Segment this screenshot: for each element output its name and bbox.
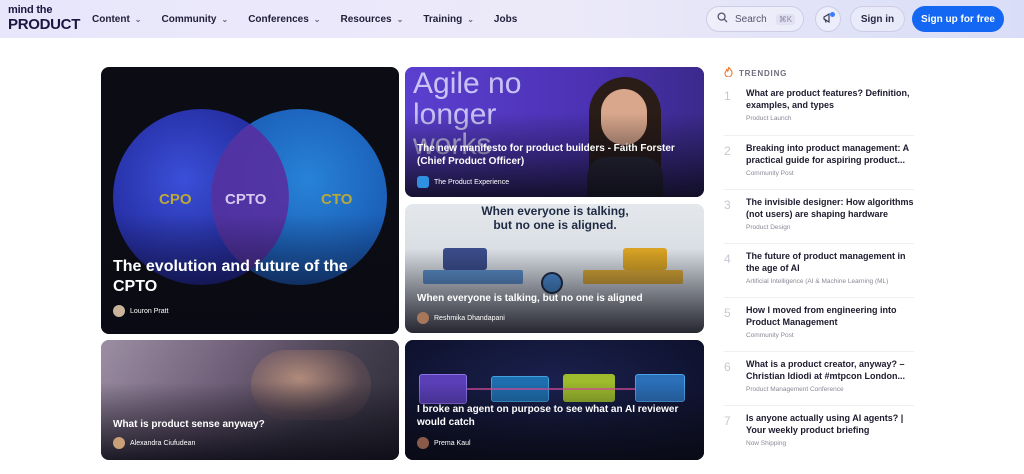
notifications-button[interactable] <box>815 6 841 32</box>
trending-rank: 2 <box>724 144 731 158</box>
nav-label: Content <box>92 13 130 25</box>
trending-rank: 5 <box>724 306 731 320</box>
card-title[interactable]: The evolution and future of the CPTO <box>113 257 387 297</box>
trending-title[interactable]: The future of product management in the … <box>746 250 914 274</box>
article-card-cpto[interactable]: CPO CPTO CTO The evolution and future of… <box>101 67 399 334</box>
logo-line2: PRODUCT <box>8 16 81 33</box>
card-author: The Product Experience <box>417 176 509 188</box>
trending-title[interactable]: Breaking into product management: A prac… <box>746 142 914 166</box>
nav-label: Resources <box>340 13 392 25</box>
trending-rank: 6 <box>724 360 731 374</box>
avatar <box>417 312 429 324</box>
nav-label: Jobs <box>493 13 518 25</box>
author-name: Reshmika Dhandapani <box>434 314 505 322</box>
trending-rank: 1 <box>724 89 731 103</box>
trending-title[interactable]: Is anyone actually using AI agents? | Yo… <box>746 412 914 436</box>
card-title[interactable]: I broke an agent on purpose to see what … <box>417 404 692 429</box>
article-card-ai-agent[interactable]: I broke an agent on purpose to see what … <box>405 340 704 460</box>
trending-category: Now Shipping <box>746 440 787 447</box>
search-placeholder: Search <box>735 13 767 25</box>
chevron-down-icon: ⌄ <box>221 14 229 24</box>
chevron-down-icon: ⌄ <box>396 14 404 24</box>
author-name: Alexandra Ciufudean <box>130 439 196 447</box>
trending-rank: 4 <box>724 252 731 266</box>
trending-rank: 3 <box>724 198 731 212</box>
sign-in-button[interactable]: Sign in <box>850 6 905 32</box>
nav-item-conferences[interactable]: Conferences ⌄ <box>248 14 320 25</box>
trending-title[interactable]: The invisible designer: How algorithms (… <box>746 196 914 220</box>
trending-heading: TRENDING <box>724 65 788 80</box>
trending-item[interactable]: 4 The future of product management in th… <box>724 243 914 297</box>
trending-item[interactable]: 1 What are product features? Definition,… <box>724 81 914 135</box>
card-title[interactable]: What is product sense anyway? <box>113 419 387 432</box>
trending-item[interactable]: 6 What is a product creator, anyway? – C… <box>724 351 914 405</box>
card-title[interactable]: When everyone is talking, but no one is … <box>417 293 692 306</box>
trending-title[interactable]: How I moved from engineering into Produc… <box>746 304 914 328</box>
trending-category: Community Post <box>746 170 794 177</box>
trending-title[interactable]: What is a product creator, anyway? – Chr… <box>746 358 914 382</box>
trending-item[interactable]: 7 Is anyone actually using AI agents? | … <box>724 405 914 459</box>
avatar <box>417 437 429 449</box>
trending-category: Product Management Conference <box>746 386 844 393</box>
venn-label-cpo: CPO <box>159 191 192 208</box>
card-author: Alexandra Ciufudean <box>113 437 195 449</box>
trending-category: Artificial Intelligence (AI & Machine Le… <box>746 278 889 285</box>
card-author: Prema Kaul <box>417 437 471 449</box>
trending-category: Product Design <box>746 224 791 231</box>
trending-category: Community Post <box>746 332 794 339</box>
card-title[interactable]: The new manifesto for product builders -… <box>417 143 692 168</box>
main-nav: Content ⌄ Community ⌄ Conferences ⌄ Resourc… <box>92 0 537 38</box>
author-name: Louron Pratt <box>130 307 169 315</box>
site-header: mind the PRODUCT Content ⌄ Community ⌄ Con… <box>0 0 1024 38</box>
trending-item[interactable]: 5 How I moved from engineering into Prod… <box>724 297 914 351</box>
trending-category: Product Launch <box>746 115 792 122</box>
trending-rank: 7 <box>724 414 731 428</box>
article-card-product-sense[interactable]: What is product sense anyway? Alexandra … <box>101 340 399 460</box>
logo-line1: mind the <box>8 4 53 16</box>
trending-item[interactable]: 3 The invisible designer: How algorithms… <box>724 189 914 243</box>
trending-item[interactable]: 2 Breaking into product management: A pr… <box>724 135 914 189</box>
avatar <box>113 305 125 317</box>
nav-item-content[interactable]: Content ⌄ <box>92 14 141 25</box>
nav-label: Conferences <box>248 13 309 25</box>
card-author: Reshmika Dhandapani <box>417 312 505 324</box>
venn-label-cpto: CPTO <box>225 191 267 208</box>
author-name: Prema Kaul <box>434 439 471 447</box>
nav-item-community[interactable]: Community ⌄ <box>161 14 228 25</box>
article-card-alignment[interactable]: When everyone is talking, but no one is … <box>405 204 704 333</box>
fire-icon <box>724 65 733 80</box>
trending-label: TRENDING <box>739 69 788 78</box>
avatar <box>113 437 125 449</box>
nav-label: Community <box>161 13 217 25</box>
bg-headline-text: When everyone is talking, but no one is … <box>481 204 629 233</box>
nav-label: Training <box>423 13 463 25</box>
chevron-down-icon: ⌄ <box>134 14 142 24</box>
site-logo[interactable]: mind the PRODUCT <box>8 4 81 33</box>
notification-dot <box>830 12 835 17</box>
card-author: Louron Pratt <box>113 305 169 317</box>
author-name: The Product Experience <box>434 178 510 186</box>
nav-item-jobs[interactable]: Jobs <box>494 14 517 25</box>
search-button[interactable]: Search ⌘K <box>706 6 804 32</box>
trending-title[interactable]: What are product features? Definition, e… <box>746 87 914 111</box>
venn-label-cto: CTO <box>321 191 353 208</box>
article-card-manifesto[interactable]: Agile no longer works The new manifesto … <box>405 67 704 197</box>
search-shortcut: ⌘K <box>775 13 796 25</box>
avatar <box>417 176 429 188</box>
nav-item-training[interactable]: Training ⌄ <box>423 14 474 25</box>
search-icon <box>717 12 728 26</box>
nav-item-resources[interactable]: Resources ⌄ <box>340 14 403 25</box>
chevron-down-icon: ⌄ <box>313 14 321 24</box>
chevron-down-icon: ⌄ <box>467 14 474 24</box>
sign-up-button[interactable]: Sign up for free <box>912 6 1004 32</box>
